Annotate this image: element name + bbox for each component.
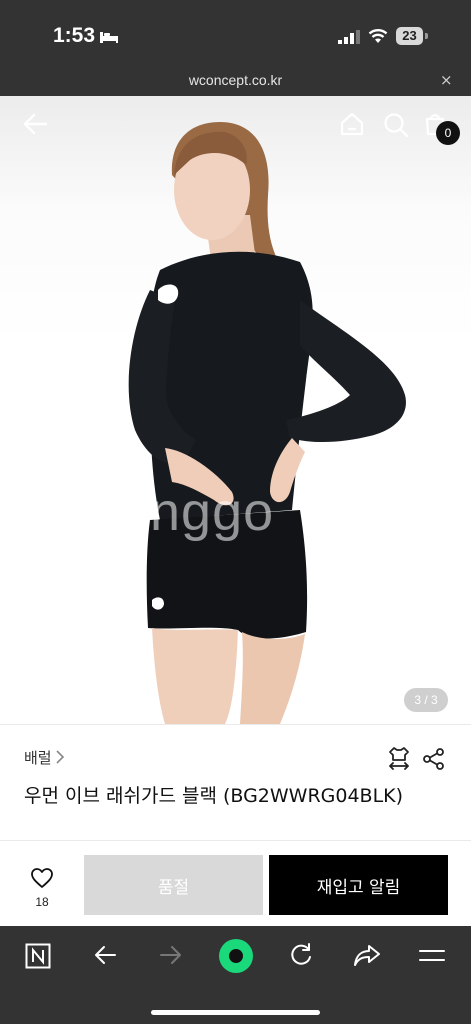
like-button[interactable]: 18 [20, 867, 64, 909]
cart-count-badge[interactable]: 0 [436, 121, 460, 145]
home-indicator [151, 1010, 320, 1015]
url-text[interactable]: wconcept.co.kr [0, 72, 471, 88]
naver-n-icon[interactable] [25, 943, 51, 969]
restock-alert-button[interactable]: 재입고 알림 [269, 855, 448, 915]
reload-icon[interactable] [288, 942, 314, 968]
image-counter: 3 / 3 [404, 688, 448, 712]
status-time: 1:53 [53, 24, 96, 47]
product-image[interactable]: nggo [0, 96, 471, 724]
size-guide-icon[interactable] [387, 746, 411, 772]
menu-icon[interactable] [419, 947, 445, 963]
share-icon[interactable] [422, 748, 446, 770]
image-watermark: nggo [150, 482, 275, 542]
close-icon[interactable]: × [440, 71, 453, 89]
product-title: 우먼 이브 래쉬가드 블랙 (BG2WWRG04BLK) [24, 785, 404, 807]
model-illustration [128, 122, 406, 724]
browser-url-bar[interactable]: wconcept.co.kr × [0, 62, 471, 96]
like-count: 18 [35, 895, 49, 909]
wifi-icon [368, 29, 388, 43]
status-bar: 1:53 23 [0, 0, 471, 62]
battery-nub [425, 33, 428, 39]
sleep-focus-icon [100, 32, 118, 43]
brand-link[interactable]: 배럴 [24, 747, 52, 768]
purchase-action-bar: 18 품절 재입고 알림 [0, 840, 471, 927]
soldout-button[interactable]: 품절 [84, 855, 263, 915]
green-dot-icon[interactable] [218, 938, 254, 974]
browser-forward-icon[interactable] [159, 945, 183, 965]
back-arrow-icon[interactable] [22, 113, 48, 135]
battery-indicator: 23 [396, 27, 423, 45]
cellular-signal-icon [338, 30, 360, 44]
home-icon[interactable] [339, 112, 365, 136]
share-forward-icon[interactable] [353, 943, 381, 967]
chevron-right-icon[interactable] [55, 750, 65, 764]
search-icon[interactable] [383, 112, 409, 138]
browser-back-icon[interactable] [93, 945, 117, 965]
product-info: 배럴 우먼 이브 래쉬가드 블랙 (BG2WWRG04BLK) [0, 724, 471, 841]
heart-icon[interactable] [30, 867, 54, 889]
